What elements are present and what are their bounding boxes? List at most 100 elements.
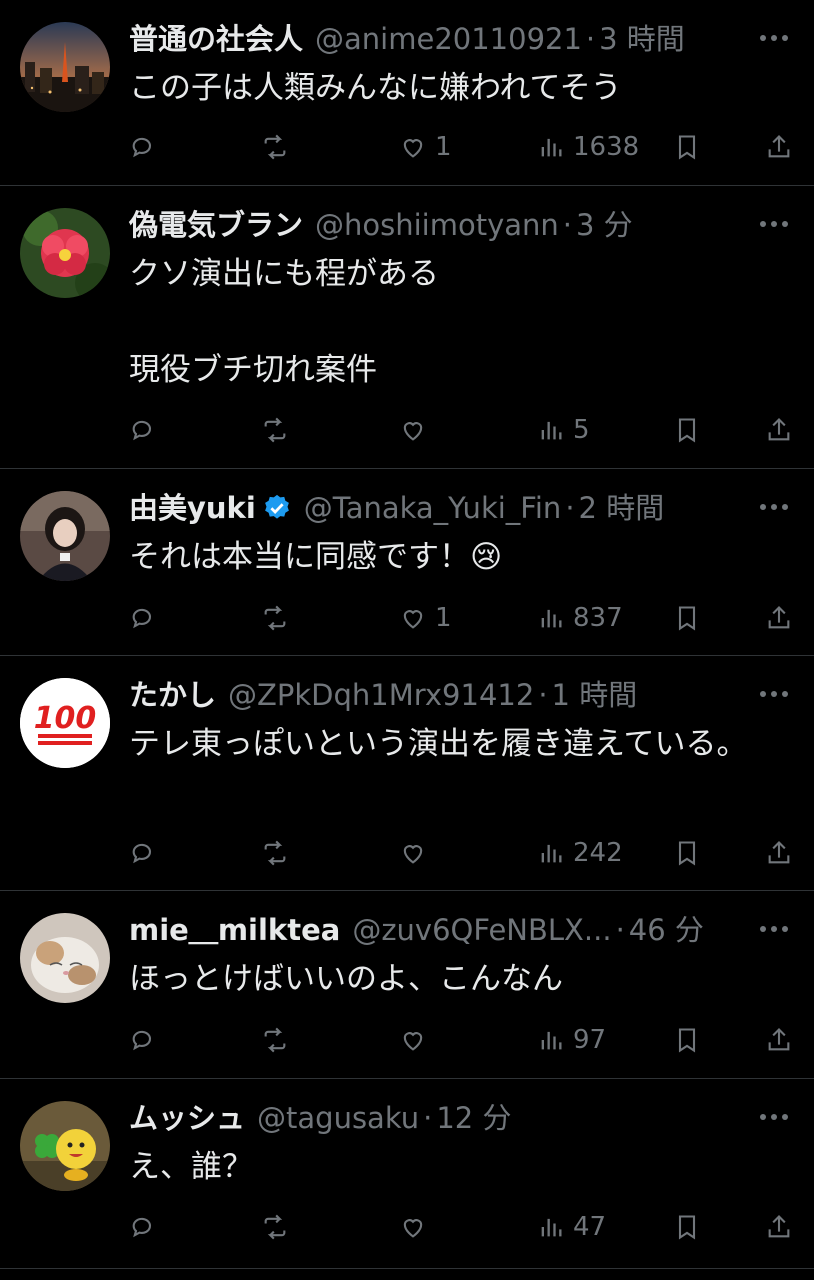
separator-dot: · bbox=[565, 491, 575, 525]
bookmark-button[interactable] bbox=[673, 1207, 701, 1247]
user-handle[interactable]: @ZPkDqh1Mrx91412 bbox=[228, 674, 534, 716]
tweet[interactable]: 普通の社会人 @anime20110921 · 3 時間 この子は人類みんなに嫌… bbox=[0, 0, 814, 186]
tweet-text: え、誰？ bbox=[129, 1149, 253, 1185]
timestamp[interactable]: 3 時間 bbox=[599, 18, 685, 60]
action-bar: 242 bbox=[129, 833, 794, 873]
like-button[interactable] bbox=[399, 1020, 435, 1060]
like-button[interactable] bbox=[399, 833, 435, 873]
display-name[interactable]: 由美yuki bbox=[129, 487, 256, 529]
reply-button[interactable] bbox=[129, 127, 157, 167]
retweet-button[interactable] bbox=[261, 1020, 289, 1060]
reply-feed: 普通の社会人 @anime20110921 · 3 時間 この子は人類みんなに嫌… bbox=[0, 0, 814, 1269]
views-button[interactable]: 97 bbox=[537, 1020, 606, 1060]
views-chart-icon bbox=[541, 844, 562, 863]
share-button[interactable] bbox=[765, 833, 793, 873]
user-handle[interactable]: @tagusaku bbox=[257, 1097, 419, 1139]
display-name[interactable]: mie＿milktea bbox=[129, 909, 340, 951]
bookmark-icon bbox=[678, 418, 696, 443]
bookmark-button[interactable] bbox=[673, 127, 701, 167]
retweet-button[interactable] bbox=[261, 833, 289, 873]
display-name[interactable]: 普通の社会人 bbox=[129, 18, 303, 60]
tweet-header: mie＿milktea @zuv6QFeNBLX... · 46 分 bbox=[129, 909, 744, 951]
share-icon bbox=[768, 841, 790, 864]
avatar[interactable] bbox=[20, 22, 110, 112]
timestamp[interactable]: 3 分 bbox=[576, 204, 633, 246]
views-button[interactable]: 242 bbox=[537, 833, 623, 873]
more-options-icon[interactable] bbox=[756, 489, 792, 525]
display-name[interactable]: たかし bbox=[129, 674, 216, 716]
share-icon bbox=[768, 135, 790, 158]
retweet-icon bbox=[264, 605, 286, 631]
user-handle[interactable]: @Tanaka_Yuki_Fin bbox=[304, 487, 562, 529]
more-options-icon[interactable] bbox=[756, 206, 792, 242]
more-options-icon[interactable] bbox=[756, 676, 792, 712]
views-button[interactable]: 5 bbox=[537, 410, 590, 450]
like-button[interactable] bbox=[399, 1207, 435, 1247]
share-button[interactable] bbox=[765, 127, 793, 167]
views-button[interactable]: 837 bbox=[537, 598, 623, 638]
avatar[interactable] bbox=[20, 1101, 110, 1191]
view-count: 1638 bbox=[573, 132, 640, 162]
view-count: 242 bbox=[573, 838, 623, 868]
timestamp[interactable]: 12 分 bbox=[436, 1097, 511, 1139]
views-button[interactable]: 47 bbox=[537, 1207, 606, 1247]
retweet-button[interactable] bbox=[261, 1207, 289, 1247]
action-bar: 5 bbox=[129, 410, 794, 450]
bookmark-button[interactable] bbox=[673, 410, 701, 450]
reply-button[interactable] bbox=[129, 833, 157, 873]
more-options-icon[interactable] bbox=[756, 20, 792, 56]
heart-icon bbox=[403, 1219, 423, 1238]
action-bar: 97 bbox=[129, 1020, 794, 1060]
share-button[interactable] bbox=[765, 598, 793, 638]
tweet[interactable]: mie＿milktea @zuv6QFeNBLX... · 46 分 ほっとけば… bbox=[0, 891, 814, 1079]
bookmark-button[interactable] bbox=[673, 1020, 701, 1060]
like-button[interactable] bbox=[399, 410, 435, 450]
reply-button[interactable] bbox=[129, 1020, 157, 1060]
reply-icon bbox=[132, 420, 152, 441]
tweet-text: テレ東っぽいという演出を履き違えている。 bbox=[129, 726, 748, 762]
tweet-text: クソ演出にも程がある 現役ブチ切れ案件 bbox=[129, 256, 439, 388]
share-button[interactable] bbox=[765, 1207, 793, 1247]
reply-icon bbox=[132, 1217, 152, 1238]
reply-button[interactable] bbox=[129, 598, 157, 638]
avatar[interactable] bbox=[20, 913, 110, 1003]
retweet-icon bbox=[264, 840, 286, 866]
tweet-header: ムッシュ @tagusaku · 12 分 bbox=[129, 1097, 744, 1139]
separator-dot: · bbox=[615, 913, 625, 947]
timestamp[interactable]: 46 分 bbox=[629, 909, 704, 951]
like-button[interactable]: 1 bbox=[399, 127, 452, 167]
avatar[interactable] bbox=[20, 208, 110, 298]
views-button[interactable]: 1638 bbox=[537, 127, 639, 167]
tweet[interactable]: 由美yuki @Tanaka_Yuki_Fin · 2 時間 それは本当に同感で… bbox=[0, 469, 814, 656]
user-handle[interactable]: @anime20110921 bbox=[315, 18, 582, 60]
more-options-icon[interactable] bbox=[756, 1099, 792, 1135]
more-options-icon[interactable] bbox=[756, 911, 792, 947]
tweet[interactable]: 偽電気ブラン @hoshiimotyann · 3 分 クソ演出にも程がある 現… bbox=[0, 186, 814, 469]
reply-button[interactable] bbox=[129, 1207, 157, 1247]
user-handle[interactable]: @zuv6QFeNBLX... bbox=[352, 909, 611, 951]
avatar[interactable]: 100 bbox=[20, 678, 110, 768]
view-count: 5 bbox=[573, 415, 590, 445]
retweet-button[interactable] bbox=[261, 598, 289, 638]
timestamp[interactable]: 2 時間 bbox=[579, 487, 665, 529]
retweet-button[interactable] bbox=[261, 410, 289, 450]
share-button[interactable] bbox=[765, 1020, 793, 1060]
timestamp[interactable]: 1 時間 bbox=[552, 674, 638, 716]
tweet-text: それは本当に同感です！😢 bbox=[129, 539, 503, 575]
retweet-button[interactable] bbox=[261, 127, 289, 167]
bookmark-button[interactable] bbox=[673, 598, 701, 638]
share-icon bbox=[768, 1028, 790, 1051]
tweet[interactable]: 100 たかし @ZPkDqh1Mrx91412 · 1 時間 テレ東っぽいとい… bbox=[0, 656, 814, 891]
night-city-avatar-icon bbox=[20, 22, 110, 112]
share-button[interactable] bbox=[765, 410, 793, 450]
display-name[interactable]: ムッシュ bbox=[129, 1097, 245, 1139]
user-handle[interactable]: @hoshiimotyann bbox=[315, 204, 559, 246]
tweet-header: たかし @ZPkDqh1Mrx91412 · 1 時間 bbox=[129, 674, 744, 716]
bookmark-button[interactable] bbox=[673, 833, 701, 873]
reply-button[interactable] bbox=[129, 410, 157, 450]
display-name[interactable]: 偽電気ブラン bbox=[129, 204, 303, 246]
avatar[interactable] bbox=[20, 491, 110, 581]
like-button[interactable]: 1 bbox=[399, 598, 452, 638]
share-icon bbox=[768, 1215, 790, 1238]
tweet[interactable]: ムッシュ @tagusaku · 12 分 え、誰？ 47 bbox=[0, 1079, 814, 1269]
